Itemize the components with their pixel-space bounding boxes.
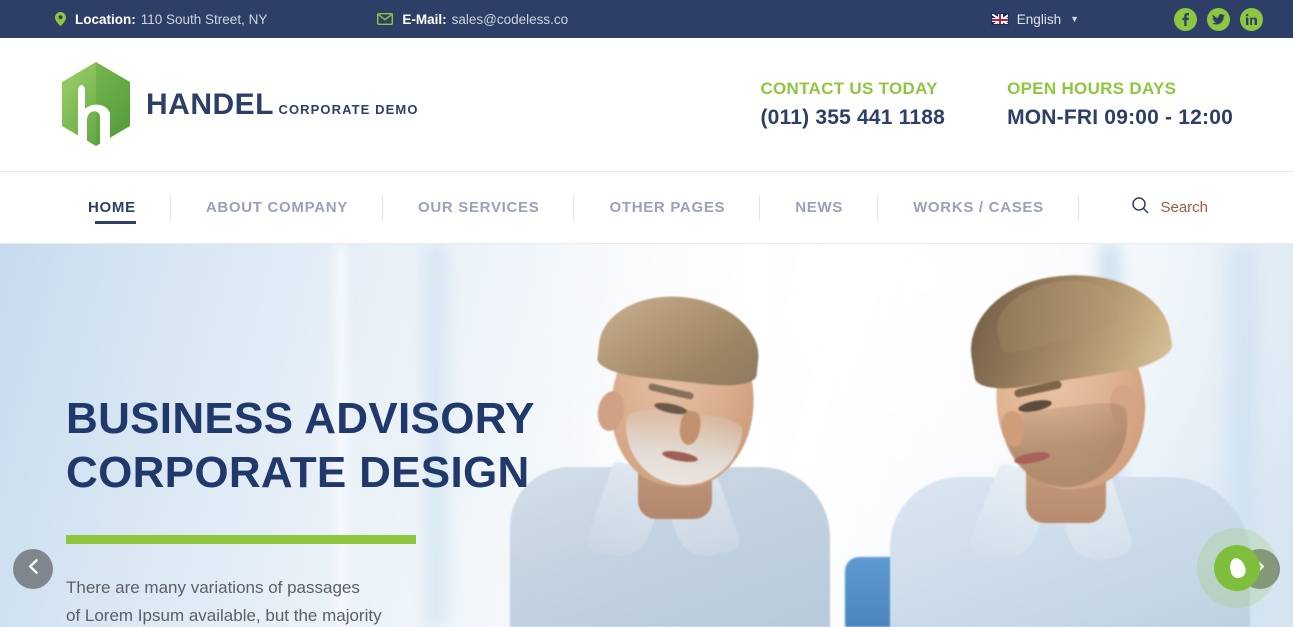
- envelope-icon: [377, 13, 394, 25]
- top-bar: Location: 110 South Street, NY E-Mail: s…: [0, 0, 1293, 38]
- logo-text: HANDEL CORPORATE DEMO: [146, 87, 419, 121]
- person-left: [510, 272, 830, 627]
- hours-block: OPEN HOURS DAYS MON-FRI 09:00 - 12:00: [1007, 79, 1233, 130]
- hero-slider: BUSINESS ADVISORY CORPORATE DESIGN There…: [0, 244, 1293, 627]
- site-header: HANDEL CORPORATE DEMO CONTACT US TODAY (…: [0, 38, 1293, 172]
- hero-description-line-1: There are many variations of passages: [66, 578, 360, 598]
- email-label: E-Mail:: [402, 11, 447, 27]
- hours-value: MON-FRI 09:00 - 12:00: [1007, 106, 1233, 129]
- topbar-right-group: English ▼: [990, 7, 1263, 31]
- leaf-drop-icon: [1227, 556, 1247, 580]
- search-trigger[interactable]: Search: [1132, 197, 1263, 218]
- hero-description-line-2: of Lorem Ipsum available, but the majori…: [66, 606, 382, 626]
- topbar-location: Location: 110 South Street, NY: [55, 12, 267, 27]
- chat-widget-circle: [1214, 545, 1260, 591]
- language-selector[interactable]: English ▼: [990, 11, 1079, 27]
- nav-label: HOME: [88, 199, 136, 216]
- main-navigation: HOME ABOUT COMPANY OUR SERVICES OTHER PA…: [0, 172, 1293, 244]
- logo-tagline: CORPORATE DEMO: [278, 101, 419, 117]
- chevron-down-icon: ▼: [1070, 14, 1079, 24]
- nav-label: OTHER PAGES: [609, 199, 726, 216]
- slider-prev-button[interactable]: [13, 549, 53, 589]
- chat-widget-button[interactable]: [1197, 528, 1277, 608]
- nav-item-news[interactable]: NEWS: [760, 172, 878, 243]
- search-label: Search: [1160, 199, 1208, 216]
- search-icon: [1132, 197, 1160, 218]
- nav-item-other-pages[interactable]: OTHER PAGES: [574, 172, 760, 243]
- person-right: [890, 244, 1250, 627]
- nav-label: NEWS: [795, 199, 844, 216]
- hours-title: OPEN HOURS DAYS: [1007, 79, 1177, 98]
- twitter-icon[interactable]: [1207, 7, 1230, 31]
- email-value[interactable]: sales@codeless.co: [452, 12, 569, 27]
- nav-item-home[interactable]: HOME: [60, 172, 171, 243]
- uk-flag-icon: [990, 13, 1009, 25]
- header-contact-group: CONTACT US TODAY (011) 355 441 1188 OPEN…: [760, 79, 1233, 130]
- nav-list: HOME ABOUT COMPANY OUR SERVICES OTHER PA…: [60, 172, 1079, 243]
- nav-label: OUR SERVICES: [417, 199, 540, 216]
- hero-accent-bar: [66, 535, 416, 545]
- linkedin-icon[interactable]: [1240, 7, 1263, 31]
- hero-description: There are many variations of passages of…: [66, 574, 486, 627]
- logo-brand: HANDEL: [146, 87, 274, 121]
- nav-item-about-company[interactable]: ABOUT COMPANY: [171, 172, 383, 243]
- map-pin-icon: [55, 12, 66, 26]
- contact-phone[interactable]: (011) 355 441 1188: [760, 106, 945, 130]
- contact-block: CONTACT US TODAY (011) 355 441 1188: [760, 79, 945, 130]
- hero-title-line-1: BUSINESS ADVISORY: [66, 394, 535, 443]
- hexagon-h-logo-icon: [60, 61, 132, 149]
- contact-title: CONTACT US TODAY: [760, 79, 938, 98]
- nav-item-works-cases[interactable]: WORKS / CASES: [878, 172, 1079, 243]
- nav-label: WORKS / CASES: [913, 199, 1044, 216]
- hero-content: BUSINESS ADVISORY CORPORATE DESIGN There…: [66, 244, 535, 627]
- social-links: [1174, 7, 1263, 31]
- hero-title: BUSINESS ADVISORY CORPORATE DESIGN: [66, 392, 535, 499]
- chevron-left-icon: [28, 559, 38, 579]
- nav-item-our-services[interactable]: OUR SERVICES: [383, 172, 575, 243]
- active-underline: [95, 221, 136, 224]
- facebook-icon[interactable]: [1174, 7, 1197, 31]
- logo[interactable]: HANDEL CORPORATE DEMO: [60, 61, 419, 149]
- location-value: 110 South Street, NY: [140, 11, 268, 27]
- nav-label: ABOUT COMPANY: [205, 199, 348, 216]
- location-label: Location:: [75, 11, 136, 27]
- language-value: English: [1016, 11, 1062, 27]
- hero-title-line-2: CORPORATE DESIGN: [66, 447, 530, 497]
- topbar-email: E-Mail: sales@codeless.co: [377, 12, 568, 27]
